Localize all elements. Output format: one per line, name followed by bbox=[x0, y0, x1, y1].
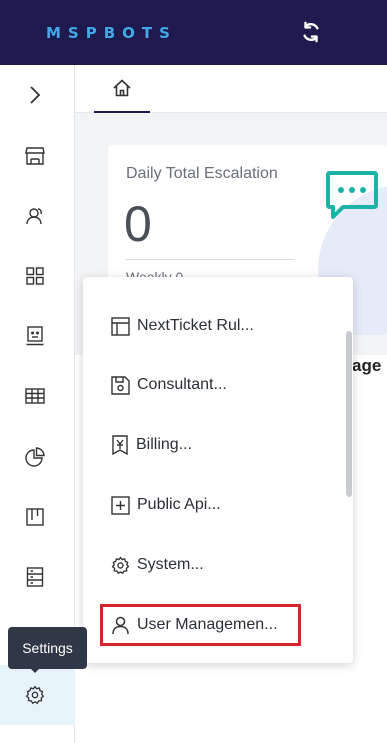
menu-item-label: Consultant... bbox=[137, 376, 227, 393]
menu-item-nextticket-rules[interactable]: NextTicket Rul... bbox=[111, 313, 254, 339]
tab-bar bbox=[75, 65, 387, 113]
chat-icon bbox=[326, 171, 378, 219]
gear-icon bbox=[25, 685, 45, 705]
sidebar-item-datasets[interactable] bbox=[22, 564, 48, 590]
logo-text: MSPBOTS bbox=[46, 24, 177, 42]
server-icon bbox=[26, 567, 44, 587]
users-icon bbox=[26, 208, 42, 225]
sidebar-item-dashboards[interactable] bbox=[22, 263, 48, 289]
menu-item-label: Billing... bbox=[136, 436, 193, 453]
menu-item-label: Public Api... bbox=[137, 496, 221, 513]
top-bar: MSPBOTS bbox=[0, 0, 387, 65]
app-logo[interactable]: MSPBOTS bbox=[46, 22, 177, 44]
sync-icon[interactable] bbox=[300, 21, 322, 43]
widget-title-partial: age bbox=[352, 356, 382, 375]
user-management-highlight bbox=[100, 604, 301, 646]
layout-icon bbox=[111, 316, 130, 336]
gear-icon bbox=[111, 556, 130, 574]
sidebar-item-bots[interactable] bbox=[22, 323, 48, 349]
sidebar-item-boards[interactable] bbox=[22, 504, 48, 530]
tooltip-arrow bbox=[29, 667, 41, 673]
menu-item-label: System... bbox=[137, 556, 204, 573]
sidebar-item-tables[interactable] bbox=[22, 383, 48, 409]
menu-item-label: NextTicket Rul... bbox=[137, 317, 254, 334]
tooltip-text: Settings bbox=[22, 640, 73, 656]
pie-chart-icon bbox=[25, 447, 45, 467]
kanban-icon bbox=[26, 508, 44, 526]
menu-item-billing[interactable]: Billing... bbox=[111, 432, 192, 458]
card-title: Daily Total Escalation bbox=[126, 165, 278, 182]
card-divider bbox=[126, 259, 294, 260]
settings-menu: NextTicket Rul... Consultant... Billing.… bbox=[83, 277, 353, 663]
tab-home[interactable] bbox=[94, 65, 150, 113]
billing-icon bbox=[112, 435, 128, 455]
home-icon bbox=[113, 79, 131, 97]
card-value: 0 bbox=[124, 196, 152, 252]
sidebar-item-settings[interactable] bbox=[22, 682, 48, 708]
sidebar-item-reports[interactable] bbox=[22, 444, 48, 470]
bot-icon bbox=[26, 326, 44, 346]
chevron-right-icon bbox=[30, 86, 41, 104]
plus-square-icon bbox=[111, 495, 130, 515]
menu-item-system[interactable]: System... bbox=[111, 552, 204, 578]
sidebar-item-users[interactable] bbox=[22, 203, 48, 229]
store-icon bbox=[25, 147, 45, 165]
grid-icon bbox=[26, 267, 44, 285]
sidebar-expand-button[interactable] bbox=[22, 82, 48, 108]
settings-tooltip: Settings bbox=[8, 627, 87, 669]
sidebar-item-store[interactable] bbox=[22, 143, 48, 169]
menu-item-consultant[interactable]: Consultant... bbox=[111, 372, 227, 398]
menu-item-public-api[interactable]: Public Api... bbox=[111, 492, 221, 518]
save-icon bbox=[111, 375, 130, 395]
table-icon bbox=[25, 388, 45, 404]
menu-scrollbar[interactable] bbox=[346, 331, 352, 497]
